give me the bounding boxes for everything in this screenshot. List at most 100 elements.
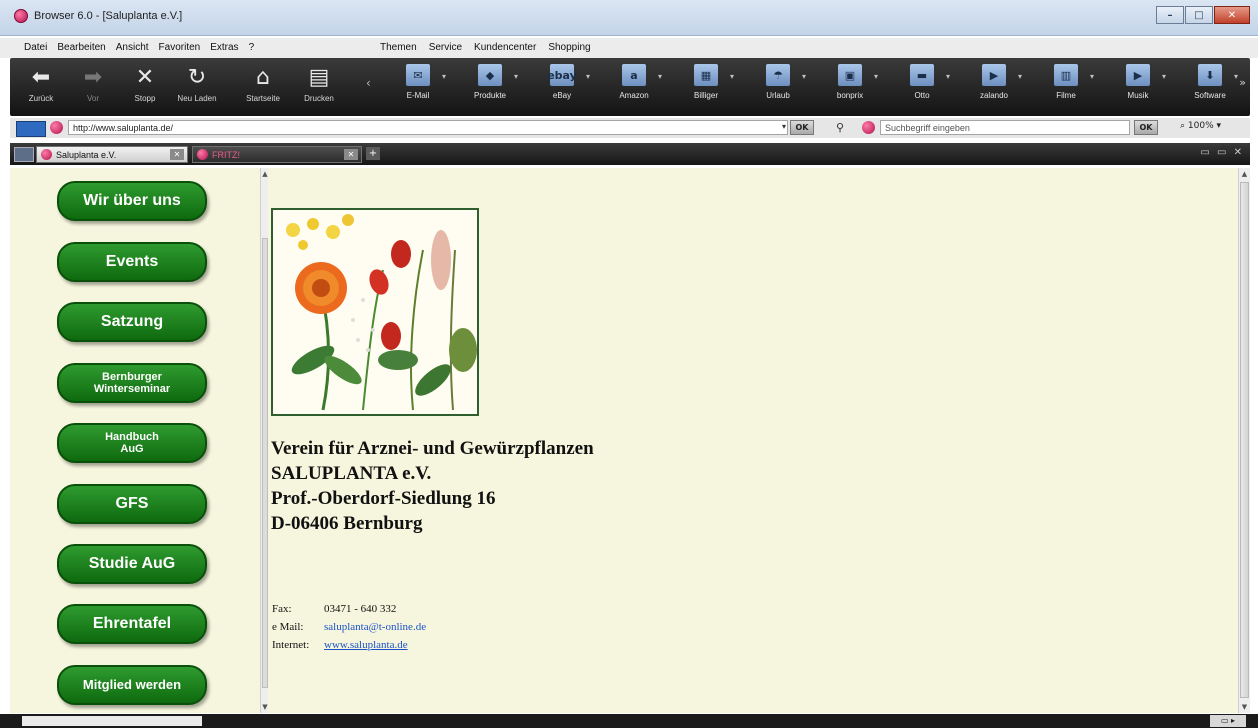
tab-title: Saluplanta e.V. — [56, 149, 117, 160]
menu-themen[interactable]: Themen — [380, 42, 417, 53]
address-line: Verein für Arznei- und Gewürzpflanzen — [271, 438, 594, 459]
reload-button[interactable]: ↻ Neu Laden — [172, 64, 222, 112]
quick-link-software[interactable]: ⬇ Software ▾ — [1174, 58, 1246, 116]
menu-service[interactable]: Service — [429, 42, 462, 53]
quick-link-label: Billiger — [693, 91, 718, 100]
quick-link-label: Musik — [1127, 91, 1149, 100]
nav-handbuch-button[interactable]: Handbuch AuG — [57, 423, 207, 463]
chevron-down-icon[interactable]: ▾ — [1090, 72, 1094, 81]
close-tab-icon[interactable]: ✕ — [170, 149, 184, 160]
chevron-down-icon[interactable]: ▾ — [442, 72, 446, 81]
print-label: Drucken — [304, 94, 334, 103]
back-label: Zurück — [28, 94, 54, 103]
chevron-down-icon[interactable]: ▾ — [946, 72, 950, 81]
nav-mitglied-button[interactable]: Mitglied werden — [57, 665, 207, 705]
nav-satzung-button[interactable]: Satzung — [57, 302, 207, 342]
search-go-button[interactable]: OK — [1134, 120, 1158, 135]
chevron-down-icon[interactable]: ▾ — [730, 72, 734, 81]
tab-overview-icon[interactable] — [14, 147, 34, 162]
menu-shopping[interactable]: Shopping — [548, 42, 590, 53]
nav-gfs-button[interactable]: GFS — [57, 484, 207, 524]
forward-button[interactable]: ➡ Vor — [68, 64, 118, 112]
chevron-down-icon[interactable]: ▾ — [514, 72, 518, 81]
search-input[interactable]: Suchbegriff eingeben — [880, 120, 1130, 135]
nav-wir-ueber-uns-button[interactable]: Wir über uns — [57, 181, 207, 221]
software-icon: ⬇ — [1198, 64, 1222, 86]
menu-ansicht[interactable]: Ansicht — [116, 42, 149, 53]
quick-link-label: E-Mail — [406, 91, 430, 100]
window-titlebar: Browser 6.0 - [Saluplanta e.V.] – □ ✕ — [0, 0, 1258, 36]
email-link[interactable]: saluplanta@t-online.de — [324, 618, 426, 636]
stop-button[interactable]: ✕ Stopp — [120, 64, 170, 112]
chevron-down-icon[interactable]: ▾ — [874, 72, 878, 81]
scroll-up-icon[interactable]: ▲ — [1239, 170, 1250, 178]
quick-link-zalando[interactable]: ▶ zalando ▾ — [958, 58, 1030, 116]
reload-icon: ↻ — [187, 65, 207, 90]
content-frame: Verein für Arznei- und Gewürzpflanzen SA… — [268, 168, 1238, 713]
nav-winterseminar-button[interactable]: Bernburger Winterseminar — [57, 363, 207, 403]
minimize-button[interactable]: – — [1156, 6, 1184, 24]
quick-link-produkte[interactable]: ◆ Produkte ▾ — [454, 58, 526, 116]
nav-studie-button[interactable]: Studie AuG — [57, 544, 207, 584]
menu-help[interactable]: ? — [249, 42, 255, 53]
contact-row-email: e Mail: saluplanta@t-online.de — [272, 618, 426, 636]
bonprix-icon: ▣ — [838, 64, 862, 86]
quick-link-label: Otto — [914, 91, 930, 100]
url-dropdown-icon[interactable]: ▾ — [782, 122, 786, 131]
content-scrollbar[interactable]: ▲ ▼ — [1238, 168, 1250, 713]
quick-link-otto[interactable]: ▬ Otto ▾ — [886, 58, 958, 116]
nav-events-button[interactable]: Events — [57, 242, 207, 282]
search-engine-icon[interactable] — [862, 121, 875, 134]
close-window-button[interactable]: ✕ — [1214, 6, 1250, 24]
quick-link-email[interactable]: ✉ E-Mail ▾ — [382, 58, 454, 116]
chevron-down-icon[interactable]: ▾ — [1234, 72, 1238, 81]
menu-bearbeiten[interactable]: Bearbeiten — [57, 42, 105, 53]
ebay-icon: ebay — [547, 64, 577, 86]
scroll-down-icon[interactable]: ▼ — [1239, 703, 1250, 711]
quick-link-bonprix[interactable]: ▣ bonprix ▾ — [814, 58, 886, 116]
chevron-down-icon[interactable]: ▾ — [586, 72, 590, 81]
chevron-down-icon[interactable]: ▾ — [1162, 72, 1166, 81]
status-progress-field — [22, 716, 202, 726]
chevron-down-icon[interactable]: ▾ — [802, 72, 806, 81]
zoom-level[interactable]: ⌕ 100% ▾ — [1180, 121, 1221, 131]
binoculars-icon[interactable]: ⚲ — [836, 121, 844, 134]
menu-datei[interactable]: Datei — [24, 42, 47, 53]
website-link[interactable]: www.saluplanta.de — [324, 636, 408, 654]
menu-kundencenter[interactable]: Kundencenter — [474, 42, 536, 53]
status-panel-toggle[interactable]: ▭ ▸ — [1210, 715, 1246, 727]
print-button[interactable]: ▤ Drucken — [294, 64, 344, 112]
close-tab-icon[interactable]: ✕ — [344, 149, 358, 160]
url-go-button[interactable]: OK — [790, 120, 814, 135]
quick-link-urlaub[interactable]: ☂ Urlaub ▾ — [742, 58, 814, 116]
toolbar-collapse-icon[interactable]: ‹ — [366, 76, 374, 96]
menu-favoriten[interactable]: Favoriten — [159, 42, 201, 53]
sidebar-toggle-icon[interactable] — [16, 121, 46, 137]
chevron-down-icon[interactable]: ▾ — [1018, 72, 1022, 81]
film-icon: ▥ — [1054, 64, 1078, 86]
contact-row-internet: Internet: www.saluplanta.de — [272, 636, 426, 654]
maximize-button[interactable]: □ — [1185, 6, 1213, 24]
quick-link-billiger[interactable]: ▦ Billiger ▾ — [670, 58, 742, 116]
quick-link-amazon[interactable]: a Amazon ▾ — [598, 58, 670, 116]
home-button[interactable]: ⌂ Startseite — [238, 64, 288, 112]
quick-link-ebay[interactable]: ebay eBay ▾ — [526, 58, 598, 116]
url-input[interactable]: http://www.saluplanta.de/ — [68, 120, 788, 135]
tab-fritz[interactable]: FRITZ! ✕ — [192, 146, 362, 163]
scrollbar-thumb[interactable] — [1240, 182, 1249, 698]
page-viewport: Wir über uns Events Satzung Bernburger W… — [10, 168, 1250, 713]
tab-saluplanta[interactable]: Saluplanta e.V. ✕ — [36, 146, 188, 163]
forward-arrow-icon: ➡ — [83, 65, 103, 90]
quick-link-musik[interactable]: ▶ Musik ▾ — [1102, 58, 1174, 116]
menu-extras[interactable]: Extras — [210, 42, 238, 53]
nav-ehrentafel-button[interactable]: Ehrentafel — [57, 604, 207, 644]
quick-link-filme[interactable]: ▥ Filme ▾ — [1030, 58, 1102, 116]
navigation-frame: Wir über uns Events Satzung Bernburger W… — [10, 168, 260, 713]
tab-window-controls[interactable]: ▭ ▭ ✕ — [1200, 147, 1244, 158]
organization-address: Verein für Arznei- und Gewürzpflanzen SA… — [271, 436, 594, 536]
new-tab-icon[interactable]: + — [366, 147, 380, 160]
back-button[interactable]: ⬅ Zurück — [16, 64, 66, 112]
quick-link-label: Software — [1194, 91, 1226, 100]
toolbar-overflow-icon[interactable]: » — [1239, 76, 1246, 89]
chevron-down-icon[interactable]: ▾ — [658, 72, 662, 81]
